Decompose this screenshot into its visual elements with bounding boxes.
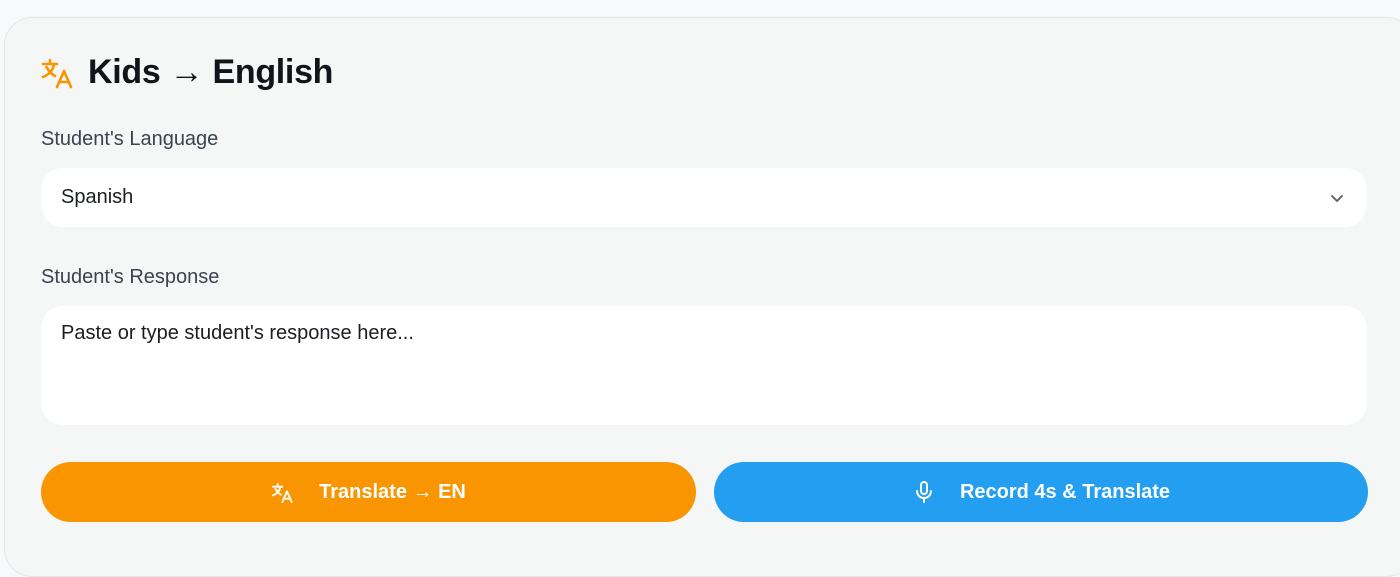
microphone-icon bbox=[912, 480, 936, 504]
translate-button[interactable]: Translate → EN bbox=[41, 462, 696, 522]
translate-icon bbox=[40, 54, 76, 90]
response-placeholder: Paste or type student's response here... bbox=[61, 322, 414, 344]
student-response-input[interactable]: Paste or type student's response here... bbox=[41, 306, 1367, 425]
page-title-row: Kids → English bbox=[40, 52, 333, 92]
chevron-down-icon bbox=[1327, 188, 1347, 208]
student-language-label: Student's Language bbox=[41, 128, 219, 150]
page-title: Kids → English bbox=[88, 52, 334, 91]
record-translate-button[interactable]: Record 4s & Translate bbox=[714, 462, 1368, 522]
selected-language: Spanish bbox=[61, 186, 134, 208]
student-response-label: Student's Response bbox=[41, 266, 220, 288]
record-button-label: Record 4s & Translate bbox=[959, 480, 1171, 503]
translate-button-label: Translate → EN bbox=[319, 480, 466, 503]
student-language-select[interactable]: Spanish bbox=[41, 168, 1367, 227]
translate-icon bbox=[271, 480, 295, 504]
